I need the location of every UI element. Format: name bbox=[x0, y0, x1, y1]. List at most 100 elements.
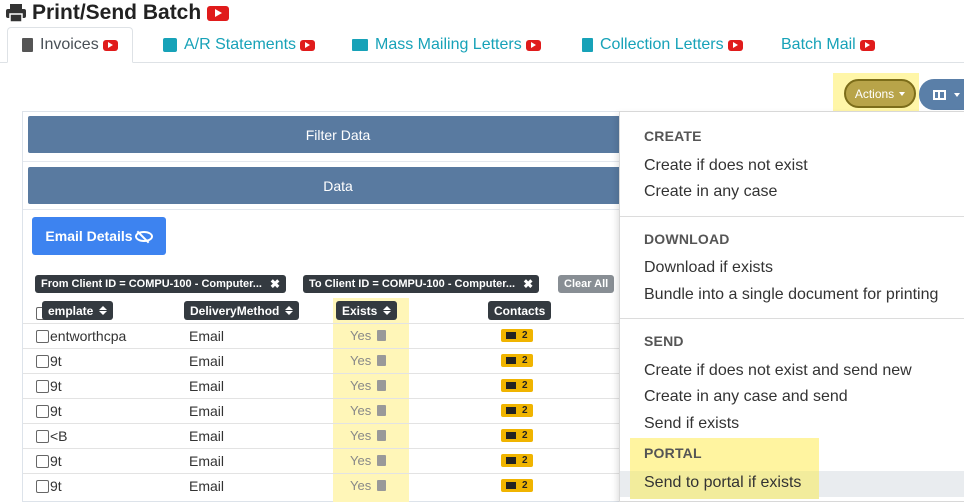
tab-label: Invoices bbox=[40, 36, 99, 53]
table-row[interactable]: <B Email Yes 2 bbox=[23, 423, 621, 448]
tab-collection-letters[interactable]: Collection Letters bbox=[582, 27, 743, 63]
tab-ar-statements[interactable]: A/R Statements bbox=[163, 27, 316, 63]
youtube-icon[interactable] bbox=[102, 39, 118, 51]
data-label: Data bbox=[323, 177, 353, 194]
table-row[interactable]: 9t Email Yes 2 bbox=[23, 373, 621, 398]
table-row[interactable]: 9t Email Yes 2 bbox=[23, 348, 621, 373]
tab-invoices[interactable]: Invoices bbox=[7, 27, 133, 63]
cell-exists: Yes bbox=[350, 328, 387, 343]
caret-down-icon bbox=[954, 92, 960, 97]
contacts-badge[interactable]: 2 bbox=[501, 429, 533, 442]
tab-label: Collection Letters bbox=[600, 36, 724, 53]
tab-mass-mailing-letters[interactable]: Mass Mailing Letters bbox=[352, 27, 541, 63]
menu-item-create-any-case-and-send[interactable]: Create in any case and send bbox=[644, 388, 848, 406]
close-icon[interactable]: ✖ bbox=[523, 277, 533, 291]
menu-item-create-if-not-exist[interactable]: Create if does not exist bbox=[644, 157, 808, 175]
actions-label: Actions bbox=[854, 86, 895, 101]
close-icon[interactable]: ✖ bbox=[270, 277, 280, 291]
cell-exists: Yes bbox=[350, 353, 387, 368]
youtube-icon[interactable] bbox=[727, 39, 743, 51]
menu-item-download-if-exists[interactable]: Download if exists bbox=[644, 259, 773, 277]
cell-template: 9t bbox=[50, 378, 62, 394]
cell-template: 9t bbox=[50, 353, 62, 369]
cell-exists: Yes bbox=[350, 378, 387, 393]
column-header-contacts[interactable]: Contacts bbox=[488, 301, 552, 320]
column-header-label: emplate bbox=[48, 303, 94, 318]
contacts-badge[interactable]: 2 bbox=[501, 329, 533, 342]
row-checkbox[interactable] bbox=[36, 355, 49, 368]
menu-item-create-any-case[interactable]: Create in any case bbox=[644, 183, 777, 201]
menu-item-create-if-not-exist-and-send[interactable]: Create if does not exist and send new bbox=[644, 362, 912, 380]
cell-template: <B bbox=[50, 428, 68, 444]
table-row[interactable]: 9t Email Yes 2 bbox=[23, 448, 621, 473]
email-details-button[interactable]: Email Details bbox=[32, 217, 166, 255]
filter-data-bar[interactable]: Filter Data bbox=[28, 116, 648, 153]
file-icon[interactable] bbox=[377, 330, 387, 341]
cell-delivery-method: Email bbox=[189, 428, 225, 444]
row-checkbox[interactable] bbox=[36, 480, 49, 493]
file-icon[interactable] bbox=[377, 405, 387, 416]
menu-item-bundle-for-printing[interactable]: Bundle into a single document for printi… bbox=[644, 286, 938, 304]
file-icon[interactable] bbox=[377, 355, 387, 366]
youtube-icon[interactable] bbox=[525, 39, 541, 51]
actions-button[interactable]: Actions bbox=[844, 79, 916, 108]
cell-template: entworthcpa bbox=[50, 328, 127, 344]
contacts-count: 2 bbox=[522, 405, 528, 416]
tab-bar: Invoices A/R Statements Mass Mailing Let… bbox=[0, 27, 964, 63]
file-icon[interactable] bbox=[377, 480, 387, 491]
columns-button[interactable] bbox=[919, 79, 964, 110]
data-bar[interactable]: Data bbox=[28, 167, 648, 204]
contacts-badge[interactable]: 2 bbox=[501, 379, 533, 392]
row-checkbox[interactable] bbox=[36, 380, 49, 393]
column-header-exists[interactable]: Exists bbox=[336, 301, 398, 320]
youtube-icon[interactable] bbox=[859, 39, 875, 51]
row-checkbox[interactable] bbox=[36, 330, 49, 343]
tab-label: Batch Mail bbox=[781, 36, 856, 53]
contacts-count: 2 bbox=[522, 355, 528, 366]
menu-section-send: SEND bbox=[644, 333, 684, 349]
contacts-badge[interactable]: 2 bbox=[501, 354, 533, 367]
column-header-label: Contacts bbox=[494, 303, 546, 318]
cell-delivery-method: Email bbox=[189, 453, 225, 469]
table-row[interactable]: 9t Email Yes 2 bbox=[23, 398, 621, 423]
contacts-count: 2 bbox=[522, 480, 528, 491]
row-checkbox[interactable] bbox=[36, 405, 49, 418]
file-icon[interactable] bbox=[377, 430, 387, 441]
contacts-count: 2 bbox=[522, 330, 528, 341]
row-checkbox[interactable] bbox=[36, 455, 49, 468]
sort-icon bbox=[383, 306, 391, 315]
envelope-icon bbox=[506, 407, 516, 414]
menu-divider bbox=[620, 216, 964, 217]
cell-delivery-method: Email bbox=[189, 378, 225, 394]
youtube-icon[interactable] bbox=[207, 5, 230, 21]
page-title-text: Print/Send Batch bbox=[32, 1, 202, 24]
filter-data-label: Filter Data bbox=[305, 126, 371, 143]
contacts-badge[interactable]: 2 bbox=[501, 404, 533, 417]
youtube-icon[interactable] bbox=[300, 39, 316, 51]
column-header-delivery-method[interactable]: DeliveryMethod bbox=[184, 301, 300, 320]
table-row[interactable]: 9t Email Yes 2 bbox=[23, 473, 621, 498]
clear-all-button[interactable]: Clear All bbox=[558, 275, 615, 293]
menu-item-send-to-portal-if-exists[interactable]: Send to portal if exists bbox=[644, 474, 801, 492]
tab-label: Mass Mailing Letters bbox=[375, 36, 522, 53]
column-header-label: DeliveryMethod bbox=[190, 303, 280, 318]
page-title: Print/Send Batch bbox=[6, 1, 230, 25]
menu-section-create: CREATE bbox=[644, 128, 702, 144]
tab-batch-mail[interactable]: Batch Mail bbox=[781, 27, 875, 63]
table-row[interactable]: entworthcpa Email Yes 2 bbox=[23, 323, 621, 348]
envelope-icon bbox=[506, 432, 516, 439]
file-icon[interactable] bbox=[377, 380, 387, 391]
menu-section-portal: PORTAL bbox=[644, 445, 702, 461]
contacts-badge[interactable]: 2 bbox=[501, 479, 533, 492]
file-icon[interactable] bbox=[377, 455, 387, 466]
menu-item-send-if-exists[interactable]: Send if exists bbox=[644, 415, 739, 433]
row-checkbox[interactable] bbox=[36, 430, 49, 443]
envelope-icon bbox=[506, 457, 516, 464]
exists-value: Yes bbox=[350, 328, 372, 343]
cell-delivery-method: Email bbox=[189, 353, 225, 369]
exists-value: Yes bbox=[350, 378, 372, 393]
contacts-badge[interactable]: 2 bbox=[501, 454, 533, 467]
printer-icon bbox=[6, 4, 26, 23]
column-header-label: Exists bbox=[342, 303, 378, 318]
column-header-template[interactable]: emplate bbox=[42, 301, 114, 320]
